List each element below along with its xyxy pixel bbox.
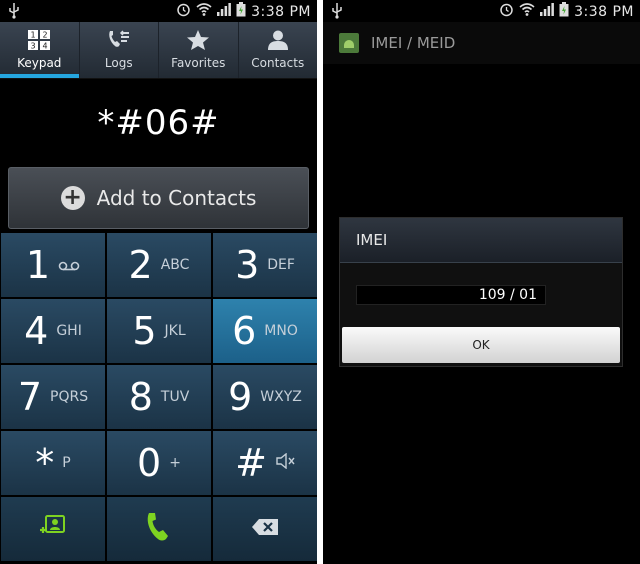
imei-screen: 3:38 PM IMEI / MEID IMEI 109 / 01 OK: [323, 0, 640, 564]
key-digit: 8: [128, 375, 153, 419]
tab-keypad[interactable]: 1234 Keypad: [0, 22, 79, 78]
add-circle-icon: +: [60, 186, 85, 210]
tab-logs[interactable]: Logs: [78, 22, 159, 78]
key-2[interactable]: 2 ABC: [107, 233, 211, 297]
key-9[interactable]: 9 WXYZ: [213, 365, 317, 429]
key-digit: #: [235, 441, 267, 485]
status-time: 3:38 PM: [574, 3, 634, 20]
svg-text:4: 4: [43, 41, 48, 50]
keypad-icon: 1234: [27, 29, 51, 54]
app-title-bar: IMEI / MEID: [323, 22, 640, 64]
key-star[interactable]: * P: [1, 431, 105, 495]
key-5[interactable]: 5 JKL: [107, 299, 211, 363]
dialog-title: IMEI: [340, 218, 622, 263]
key-digit: 1: [25, 243, 51, 287]
tab-contacts[interactable]: Contacts: [237, 22, 318, 78]
key-0[interactable]: 0 +: [107, 431, 211, 495]
key-digit: 6: [232, 309, 257, 353]
signal-icon: [540, 3, 554, 20]
key-letters: WXYZ: [260, 389, 302, 405]
dialer-tab-bar: 1234 Keypad Logs Favorites Contacts: [0, 22, 317, 79]
imei-value: 109 / 01: [356, 285, 546, 305]
battery-charging-icon: [559, 2, 569, 21]
usb-icon: [331, 3, 343, 23]
svg-text:1: 1: [31, 30, 36, 39]
dial-keypad: 1 2 ABC 3 DEF 4 GHI 5 JKL 6 MNO 7 PQRS 8: [0, 233, 317, 561]
key-digit: 3: [235, 243, 260, 287]
contacts-icon: [267, 29, 289, 54]
add-contact-from-dialer-button[interactable]: [1, 497, 105, 561]
battery-charging-icon: [236, 2, 246, 21]
dialed-number[interactable]: *#06#: [0, 79, 317, 167]
app-title: IMEI / MEID: [371, 34, 456, 52]
tab-label-keypad: Keypad: [17, 56, 62, 70]
status-bar: 3:38 PM: [323, 0, 640, 22]
backspace-button[interactable]: [213, 497, 317, 561]
android-app-icon: [339, 33, 359, 53]
status-time: 3:38 PM: [251, 3, 311, 20]
key-digit: 7: [17, 375, 43, 419]
key-letters: DEF: [267, 257, 295, 273]
key-6[interactable]: 6 MNO: [213, 299, 317, 363]
key-digit: 9: [228, 375, 253, 419]
key-8[interactable]: 8 TUV: [107, 365, 211, 429]
key-letters: +: [169, 455, 181, 471]
alarm-icon: [499, 2, 514, 21]
add-to-contacts-label: Add to Contacts: [96, 186, 257, 210]
backspace-icon: [251, 518, 279, 540]
svg-text:3: 3: [31, 41, 36, 50]
tab-label-logs: Logs: [104, 56, 133, 70]
key-3[interactable]: 3 DEF: [213, 233, 317, 297]
alarm-icon: [176, 2, 191, 21]
status-bar: 3:38 PM: [0, 0, 317, 22]
call-button[interactable]: [107, 497, 211, 561]
dialog-body: 109 / 01: [340, 263, 622, 327]
key-hash[interactable]: #: [213, 431, 317, 495]
key-letters: P: [62, 455, 71, 471]
key-letters: PQRS: [50, 389, 89, 405]
key-letters: MNO: [264, 323, 298, 339]
signal-icon: [217, 3, 231, 20]
dialer-screen: 3:38 PM 1234 Keypad Logs Favorites Conta…: [0, 0, 317, 564]
key-4[interactable]: 4 GHI: [1, 299, 105, 363]
key-digit: 0: [137, 441, 162, 485]
phone-icon: [144, 511, 174, 547]
wifi-icon: [519, 3, 535, 20]
voicemail-icon: [58, 256, 80, 275]
usb-icon: [8, 3, 20, 23]
contact-card-icon: [38, 514, 68, 544]
logs-icon: [106, 29, 132, 54]
key-1[interactable]: 1: [1, 233, 105, 297]
tab-favorites[interactable]: Favorites: [158, 22, 238, 78]
tab-label-favorites: Favorites: [171, 56, 226, 70]
add-to-contacts-button[interactable]: + Add to Contacts: [8, 167, 309, 229]
key-digit: *: [35, 441, 55, 485]
ok-button[interactable]: OK: [342, 327, 620, 363]
key-digit: 5: [132, 309, 157, 353]
imei-dialog: IMEI 109 / 01 OK: [339, 217, 623, 367]
key-letters: ABC: [160, 257, 190, 273]
key-digit: 2: [128, 243, 153, 287]
tab-label-contacts: Contacts: [251, 56, 305, 70]
key-letters: TUV: [160, 389, 190, 405]
key-digit: 4: [24, 309, 49, 353]
wifi-icon: [196, 3, 212, 20]
star-icon: [186, 29, 210, 54]
key-letters: GHI: [56, 323, 82, 339]
key-letters: JKL: [164, 323, 186, 339]
key-7[interactable]: 7 PQRS: [1, 365, 105, 429]
svg-text:2: 2: [43, 30, 48, 39]
mute-icon: [275, 452, 295, 473]
